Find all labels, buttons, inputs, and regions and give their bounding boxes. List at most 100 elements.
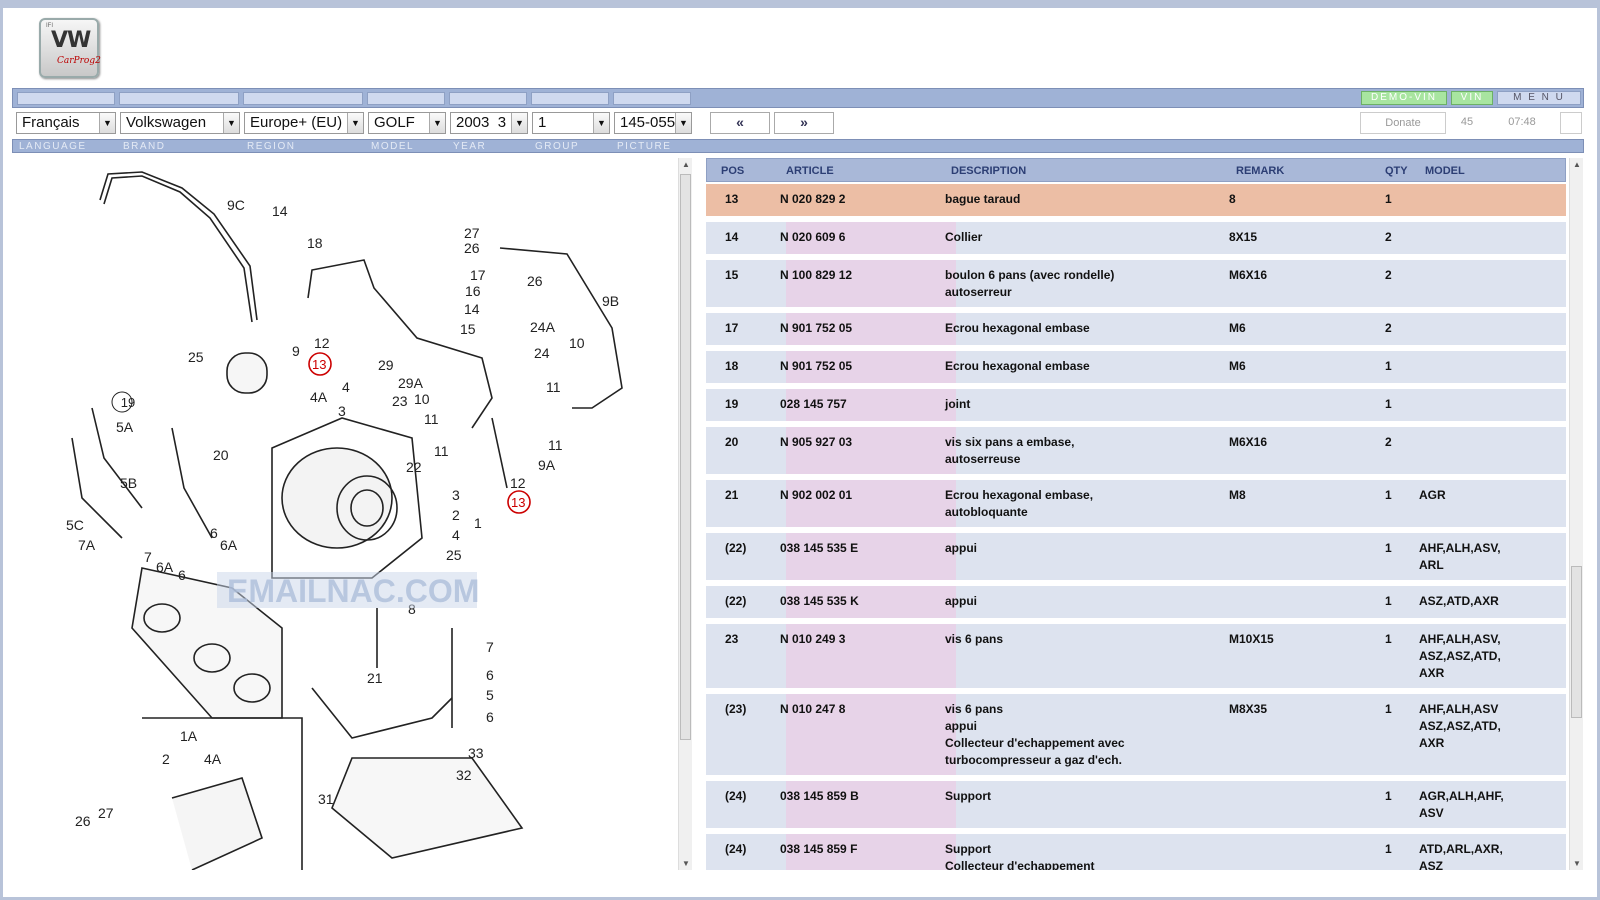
- donate-button[interactable]: Donate: [1360, 112, 1446, 134]
- model-cell: ASZ,ATD,AXR: [1419, 594, 1499, 608]
- description-cell: vis 6 pans: [945, 632, 1004, 646]
- header-qty[interactable]: QTY: [1385, 165, 1408, 177]
- model-select[interactable]: GOLF ▼: [368, 112, 446, 134]
- remark-cell: 8X15: [1229, 230, 1258, 244]
- qty-cell: 1: [1385, 594, 1392, 608]
- article-cell: N 010 247 8: [780, 702, 846, 716]
- scroll-up-icon[interactable]: ▲: [1570, 160, 1584, 169]
- toolbar-slot: [17, 92, 115, 105]
- table-scrollbar[interactable]: ▲ ▼: [1569, 158, 1583, 870]
- header-model[interactable]: MODEL: [1425, 165, 1465, 177]
- next-picture-button[interactable]: »: [774, 112, 834, 134]
- table-row[interactable]: (23) N 010 247 8 vis 6 pans appui Collecte…: [706, 694, 1566, 778]
- svg-text:9C: 9C: [227, 197, 245, 213]
- qty-cell: 1: [1385, 632, 1392, 646]
- qty-cell: 2: [1385, 321, 1392, 335]
- blank-button[interactable]: [1560, 112, 1582, 134]
- toolbar-slot: [613, 92, 691, 105]
- header-pos[interactable]: POS: [721, 165, 744, 177]
- svg-text:26: 26: [527, 273, 543, 289]
- table-row[interactable]: (24) 038 145 859 F Support Collecteur d'ec…: [706, 834, 1566, 870]
- table-row[interactable]: (24) 038 145 859 B Support 1 AGR,ALH,AHF, AS…: [706, 781, 1566, 831]
- parts-table: POS ARTICLE DESCRIPTION REMARK QTY MODEL…: [706, 158, 1566, 870]
- remark-cell: M6: [1229, 359, 1246, 373]
- article-cell: N 020 609 6: [780, 230, 846, 244]
- description-cell: Ecrou hexagonal embase: [945, 359, 1090, 373]
- menu-button[interactable]: M E N U: [1497, 91, 1581, 105]
- svg-text:7A: 7A: [78, 537, 96, 553]
- scroll-thumb[interactable]: [1571, 566, 1582, 718]
- brand-select[interactable]: Volkswagen ▼: [120, 112, 240, 134]
- description-cell: Support Collecteur d'echappement: [945, 842, 1095, 870]
- table-header: POS ARTICLE DESCRIPTION REMARK QTY MODEL: [706, 158, 1566, 182]
- vin-button[interactable]: VIN: [1451, 91, 1493, 105]
- svg-text:1A: 1A: [180, 728, 198, 744]
- logo-brand: VW: [51, 28, 91, 53]
- svg-text:24A: 24A: [530, 319, 556, 335]
- svg-text:7: 7: [486, 639, 494, 655]
- table-row[interactable]: (22) 038 145 535 E appui 1 AHF,ALH,ASV, ARL: [706, 533, 1566, 583]
- svg-text:27: 27: [98, 805, 114, 821]
- exploded-parts-diagram[interactable]: 9C 14 18 27 26 17 16 14 15 26 9B 24A 24 12 9 29 29A…: [12, 158, 677, 870]
- scroll-down-icon[interactable]: ▼: [679, 859, 693, 868]
- description-cell: appui: [945, 541, 977, 555]
- article-cell: N 010 249 3: [780, 632, 846, 646]
- table-row[interactable]: 18 N 901 752 05 Ecrou hexagonal embase M6 1: [706, 351, 1566, 386]
- svg-text:25: 25: [188, 349, 204, 365]
- svg-text:13: 13: [312, 357, 326, 372]
- svg-text:6A: 6A: [220, 537, 238, 553]
- description-cell: vis 6 pans appui Collecteur d'echappemen…: [945, 702, 1125, 767]
- table-row[interactable]: 21 N 902 002 01 Ecrou hexagonal embase, au…: [706, 480, 1566, 530]
- table-row[interactable]: 15 N 100 829 12 boulon 6 pans (avec rondel…: [706, 260, 1566, 310]
- label-region: REGION: [247, 141, 296, 152]
- pos-cell: 23: [725, 632, 739, 646]
- scroll-down-icon[interactable]: ▼: [1570, 859, 1584, 868]
- picture-select[interactable]: 145-055 ▼: [614, 112, 692, 134]
- pos-cell: 14: [725, 230, 739, 244]
- svg-text:23: 23: [392, 393, 408, 409]
- header-remark[interactable]: REMARK: [1236, 165, 1284, 177]
- header-description[interactable]: DESCRIPTION: [951, 165, 1026, 177]
- svg-text:13: 13: [511, 495, 525, 510]
- model-cell: ATD,ARL,AXR, ASZ: [1419, 842, 1503, 870]
- svg-text:4: 4: [342, 379, 350, 395]
- demo-vin-button[interactable]: DEMO-VIN: [1361, 91, 1447, 105]
- model-cell: AHF,ALH,ASV, ASZ,ASZ,ATD, AXR: [1419, 632, 1501, 680]
- scroll-thumb[interactable]: [680, 174, 691, 740]
- svg-text:32: 32: [456, 767, 472, 783]
- chevron-down-icon: ▼: [223, 113, 239, 133]
- pos-cell: (24): [725, 789, 747, 803]
- table-row[interactable]: 20 N 905 927 03 vis six pans a embase, aut…: [706, 427, 1566, 477]
- table-row[interactable]: 13 N 020 829 2 bague taraud 8 1: [706, 184, 1566, 219]
- group-select[interactable]: 1 ▼: [532, 112, 610, 134]
- table-row[interactable]: 23 N 010 249 3 vis 6 pans M10X15 1 AHF,ALH,AS…: [706, 624, 1566, 691]
- article-cell: 038 145 859 F: [780, 842, 858, 856]
- pos-cell: 20: [725, 435, 739, 449]
- qty-cell: 2: [1385, 435, 1392, 449]
- description-cell: Ecrou hexagonal embase, autobloquante: [945, 488, 1094, 519]
- article-cell: N 901 752 05: [780, 359, 853, 373]
- pos-cell: 15: [725, 268, 739, 282]
- region-select[interactable]: Europe+ (EU) ▼: [244, 112, 364, 134]
- year-select[interactable]: 2003 3 ▼: [450, 112, 528, 134]
- previous-picture-button[interactable]: «: [710, 112, 770, 134]
- table-row[interactable]: (22) 038 145 535 K appui 1 ASZ,ATD,AXR: [706, 586, 1566, 621]
- svg-text:9B: 9B: [602, 293, 619, 309]
- label-model: MODEL: [371, 141, 415, 152]
- scroll-up-icon[interactable]: ▲: [679, 160, 693, 169]
- table-row[interactable]: 14 N 020 609 6 Collier 8X15 2: [706, 222, 1566, 257]
- pos-cell: (24): [725, 842, 747, 856]
- label-brand: BRAND: [123, 141, 166, 152]
- pos-cell: (23): [725, 702, 747, 716]
- pos-cell: 17: [725, 321, 739, 335]
- qty-cell: 2: [1385, 268, 1392, 282]
- description-cell: Collier: [945, 230, 983, 244]
- table-row[interactable]: 19 028 145 757 joint 1: [706, 389, 1566, 424]
- table-row[interactable]: 17 N 901 752 05 Ecrou hexagonal embase M6 2: [706, 313, 1566, 348]
- language-select[interactable]: Français ▼: [16, 112, 116, 134]
- svg-text:22: 22: [406, 459, 422, 475]
- chevron-down-icon: ▼: [429, 113, 445, 133]
- header-article[interactable]: ARTICLE: [786, 165, 834, 177]
- year-value: 2003 3: [456, 114, 507, 131]
- diagram-scrollbar[interactable]: ▲ ▼: [678, 158, 692, 870]
